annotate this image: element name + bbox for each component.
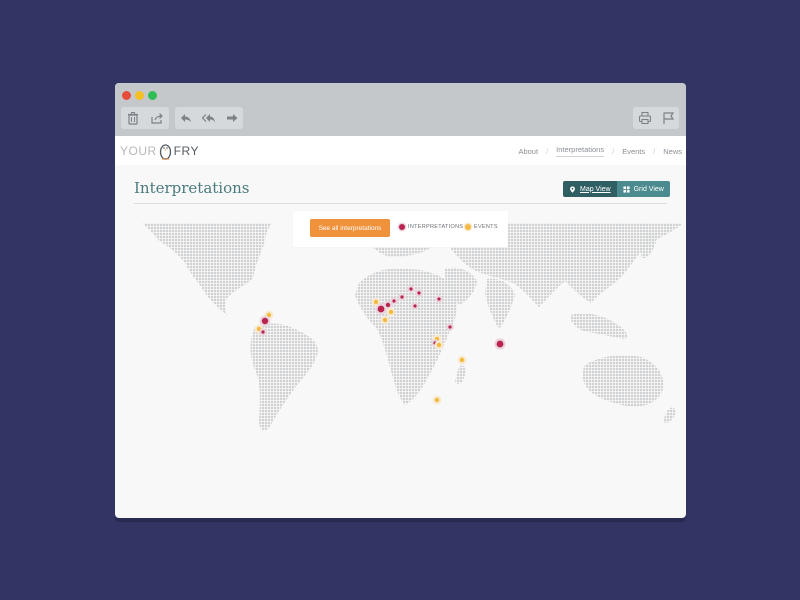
interpretation-marker[interactable] (437, 297, 441, 301)
site-header: YOUR FRY About / Interpretations / Event… (115, 136, 686, 165)
grid-icon (623, 185, 630, 193)
toolbar-group-file (121, 107, 169, 129)
flag-button[interactable] (656, 107, 679, 129)
interpretation-marker[interactable] (409, 287, 413, 291)
print-button[interactable] (633, 107, 656, 129)
map-view-label: Map View (580, 185, 611, 193)
interpretation-marker[interactable] (448, 325, 452, 329)
event-marker[interactable] (436, 342, 442, 348)
page-title: Interpretations (134, 179, 250, 197)
window-chrome (115, 83, 686, 136)
grid-view-button[interactable]: Grid View (616, 181, 670, 197)
site-logo[interactable]: YOUR FRY (120, 142, 199, 160)
logo-text-your: YOUR (120, 144, 157, 158)
map-pin-icon (570, 185, 575, 193)
event-marker[interactable] (382, 317, 388, 323)
trash-button[interactable] (121, 107, 145, 129)
interpretation-marker[interactable] (496, 340, 504, 348)
interpretation-marker[interactable] (261, 317, 269, 325)
reply-all-button[interactable] (198, 107, 221, 129)
north-america (141, 223, 273, 315)
grid-view-label: Grid View (633, 185, 664, 193)
interpretation-dot-icon (399, 224, 405, 230)
nav-separator: / (653, 146, 656, 156)
trash-icon (128, 112, 138, 125)
minimize-window-button[interactable] (135, 91, 144, 100)
share-button[interactable] (145, 107, 169, 129)
title-divider (134, 203, 667, 204)
interpretation-marker[interactable] (261, 330, 265, 334)
interpretation-marker[interactable] (392, 299, 396, 303)
close-window-button[interactable] (122, 91, 131, 100)
forward-icon (226, 114, 238, 122)
australia (582, 355, 664, 407)
interpretation-marker[interactable] (417, 291, 421, 295)
legend-events: EVENTS (465, 224, 498, 230)
event-marker[interactable] (388, 309, 394, 315)
print-icon (638, 111, 651, 125)
main-nav: About / Interpretations / Events / News (518, 145, 682, 157)
reply-all-icon (202, 114, 215, 123)
map-view-button[interactable]: Map View (563, 181, 617, 197)
south-america (250, 323, 318, 431)
browser-window: YOUR FRY About / Interpretations / Event… (115, 83, 686, 518)
event-dot-icon (465, 224, 471, 230)
interpretation-marker[interactable] (385, 302, 391, 308)
new-zealand (663, 407, 676, 423)
maximize-window-button[interactable] (148, 91, 157, 100)
africa (355, 268, 457, 405)
penguin-logo-icon (159, 144, 171, 160)
view-toggle: Map View Grid View (563, 181, 670, 197)
logo-text-fry: FRY (173, 144, 199, 158)
interpretation-marker[interactable] (400, 295, 404, 299)
nav-news[interactable]: News (663, 147, 682, 156)
nav-events[interactable]: Events (622, 147, 645, 156)
reply-icon (181, 114, 192, 123)
event-marker[interactable] (434, 397, 440, 403)
interpretation-marker[interactable] (377, 305, 385, 313)
southeast-asia-islands (570, 313, 628, 339)
forward-button[interactable] (220, 107, 243, 129)
toolbar-group-right (633, 107, 679, 129)
flag-icon (662, 112, 674, 124)
event-marker[interactable] (459, 357, 465, 363)
share-icon (151, 113, 163, 124)
reply-button[interactable] (175, 107, 198, 129)
world-map[interactable] (115, 223, 686, 518)
event-marker[interactable] (373, 299, 379, 305)
interpretation-marker[interactable] (413, 304, 417, 308)
see-all-interpretations-button[interactable]: See all interpretations (310, 219, 390, 237)
continents (141, 223, 682, 431)
nav-about[interactable]: About (518, 147, 538, 156)
madagascar (455, 365, 466, 384)
toolbar-group-nav (175, 107, 243, 129)
nav-separator: / (612, 146, 615, 156)
nav-interpretations[interactable]: Interpretations (556, 145, 605, 157)
nav-separator: / (546, 146, 549, 156)
legend-interpretations: INTERPRETATIONS (399, 224, 463, 230)
legend-events-label: EVENTS (474, 224, 498, 230)
map-legend: See all interpretations INTERPRETATIONS … (293, 211, 508, 247)
legend-interpretations-label: INTERPRETATIONS (408, 224, 464, 230)
india (485, 278, 515, 329)
